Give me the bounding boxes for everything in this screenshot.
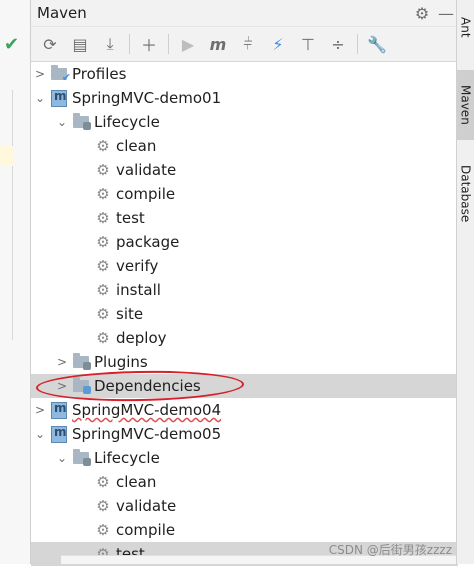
gear-icon: ⚙ <box>96 209 110 227</box>
tree-item-goal[interactable]: ⚙ compile <box>31 182 458 206</box>
gear-icon: ⚙ <box>96 137 110 155</box>
collapse-icon[interactable]: ÷ <box>323 30 353 58</box>
tree-item-goal[interactable]: ⚙ verify <box>31 254 458 278</box>
maven-module-icon <box>49 89 69 107</box>
gear-icon: ⚙ <box>96 257 110 275</box>
tree-item-goal[interactable]: ⚙ site <box>31 302 458 326</box>
tree-item-lifecycle[interactable]: ⌄ Lifecycle <box>31 446 458 470</box>
maven-goal-icon[interactable]: m <box>203 30 233 58</box>
tree-item-plugins[interactable]: > Plugins <box>31 350 458 374</box>
gear-icon: ⚙ <box>96 305 110 323</box>
tree-item-goal[interactable]: ⚙ install <box>31 278 458 302</box>
toolbar-separator <box>357 34 358 54</box>
plus-icon[interactable]: ＋ <box>134 30 164 58</box>
chevron-right-icon[interactable]: > <box>53 355 71 369</box>
profiles-folder-icon: ✔ <box>49 65 71 84</box>
tree-item-goal[interactable]: ⚙ clean <box>31 134 458 158</box>
gear-icon: ⚙ <box>96 497 110 515</box>
lightning-icon[interactable]: ⚡ <box>263 30 293 58</box>
gear-icon: ⚙ <box>96 473 110 491</box>
run-icon[interactable]: ▶ <box>173 30 203 58</box>
tab-ant[interactable]: Ant <box>457 0 474 54</box>
chevron-down-icon[interactable]: ⌄ <box>53 115 71 129</box>
tree-item-profiles[interactable]: > ✔ Profiles <box>31 62 458 86</box>
tree-item-project[interactable]: ⌄ SpringMVC-demo05 <box>31 422 458 446</box>
tree-item-goal[interactable]: ⚙ clean <box>31 470 458 494</box>
tree-item-lifecycle[interactable]: ⌄ Lifecycle <box>31 110 458 134</box>
refresh-icon[interactable]: ⟳ <box>35 30 65 58</box>
tree-item-goal[interactable]: ⚙ compile <box>31 518 458 542</box>
editor-gutter: ✔ <box>0 0 31 564</box>
plugins-folder-icon <box>71 353 91 370</box>
gear-icon[interactable]: ⚙ <box>410 4 434 23</box>
chevron-down-icon[interactable]: ⌄ <box>31 427 49 441</box>
panel-title: Maven <box>37 4 87 22</box>
tree-item-goal[interactable]: ⚙ validate <box>31 158 458 182</box>
chevron-right-icon[interactable]: > <box>31 403 49 417</box>
panel-titlebar: Maven ⚙ — <box>31 0 458 27</box>
gear-icon: ⚙ <box>96 161 110 179</box>
chevron-right-icon[interactable]: > <box>31 67 49 81</box>
maven-module-icon <box>49 401 69 419</box>
minimize-icon[interactable]: — <box>434 4 458 23</box>
gear-icon: ⚙ <box>96 233 110 251</box>
tree-item-project[interactable]: ⌄ SpringMVC-demo01 <box>31 86 458 110</box>
toggle-offline-icon[interactable]: ⫩ <box>233 30 263 58</box>
tab-maven[interactable]: Maven <box>457 70 474 140</box>
chevron-down-icon[interactable]: ⌄ <box>31 91 49 105</box>
tree-item-goal[interactable]: ⚙ test <box>31 206 458 230</box>
settings-wrench-icon[interactable]: 🔧 <box>362 30 392 58</box>
toolbar-separator <box>129 34 130 54</box>
tree-item-goal[interactable]: ⚙ validate <box>31 494 458 518</box>
maven-toolbar: ⟳ ▤ ⤓ ＋ ▶ m ⫩ ⚡ ⊤ ÷ 🔧 <box>31 27 458 62</box>
gear-icon: ⚙ <box>96 521 110 539</box>
maven-module-icon <box>49 425 69 443</box>
line-highlight <box>0 146 14 166</box>
gear-icon: ⚙ <box>96 329 110 347</box>
tree-item-goal[interactable]: ⚙ deploy <box>31 326 458 350</box>
checkmark-icon: ✔ <box>4 34 20 55</box>
show-dependencies-icon[interactable]: ⊤ <box>293 30 323 58</box>
lifecycle-folder-icon <box>71 113 91 130</box>
add-folder-icon[interactable]: ▤ <box>65 30 95 58</box>
toolbar-separator <box>168 34 169 54</box>
download-icon[interactable]: ⤓ <box>95 30 125 58</box>
watermark: CSDN @后街男孩zzzz <box>328 543 452 557</box>
tree-item-goal[interactable]: ⚙ package <box>31 230 458 254</box>
tool-window-strip: Ant Maven Database <box>456 0 474 564</box>
gear-icon: ⚙ <box>96 281 110 299</box>
maven-panel: Maven ⚙ — ⟳ ▤ ⤓ ＋ ▶ m ⫩ ⚡ ⊤ ÷ 🔧 > ✔ Prof… <box>30 0 474 566</box>
indent-guide <box>12 90 13 340</box>
lifecycle-folder-icon <box>71 449 91 466</box>
tree-item-project[interactable]: > SpringMVC-demo04 <box>31 398 458 422</box>
maven-tree: > ✔ Profiles ⌄ SpringMVC-demo01 ⌄ Lifecy… <box>31 62 458 566</box>
gear-icon: ⚙ <box>96 185 110 203</box>
tab-database[interactable]: Database <box>457 154 474 234</box>
chevron-down-icon[interactable]: ⌄ <box>53 451 71 465</box>
